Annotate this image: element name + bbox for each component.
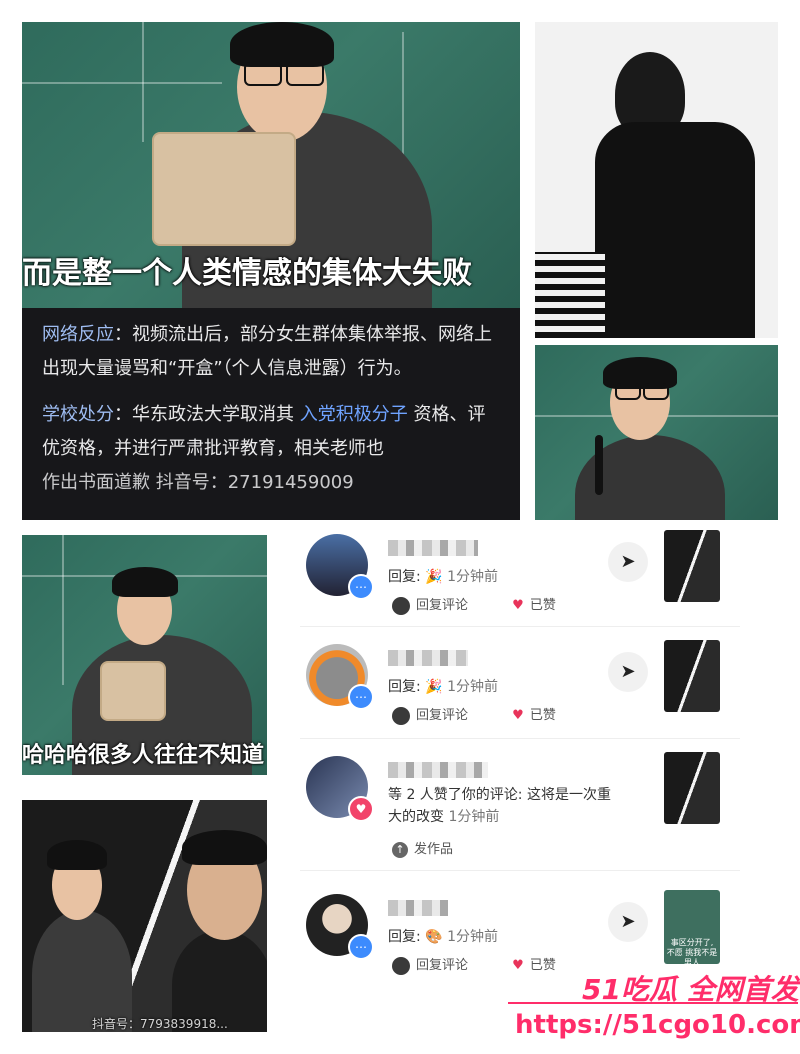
username-blurred [388, 650, 468, 666]
comment-item[interactable]: ⋯ 回复: 🎉 1分钟前 回复评论 ♥ 已赞 ➤ [300, 530, 750, 640]
divider [300, 870, 740, 871]
school-punishment-paragraph: 学校处分：华东政法大学取消其 入党积极分子 资格、评优资格，并进行严肃批评教育，… [42, 404, 486, 459]
chat-badge-icon: ⋯ [348, 934, 374, 960]
tablet-device [152, 132, 296, 246]
heart-badge-icon: ♥ [348, 796, 374, 822]
reply-line: 回复: 🎉 1分钟前 [388, 679, 498, 695]
reply-comment-button[interactable]: 回复评论 [416, 958, 468, 973]
reply-comment-button[interactable]: 回复评论 [416, 708, 468, 723]
photo-student-tablet-2: 哈哈哈很多人往往不知道 [22, 535, 267, 775]
username-blurred [388, 762, 488, 778]
network-reaction-paragraph: 网络反应：视频流出后，部分女生群体集体举报、网络上出现大量谩骂和“开盒”（个人信… [42, 318, 500, 386]
mini-avatar [392, 596, 410, 615]
sketch-portrait [535, 22, 778, 338]
heart-icon[interactable]: ♥ [512, 958, 524, 973]
video-thumbnail[interactable] [664, 640, 720, 712]
heart-icon[interactable]: ♥ [512, 708, 524, 723]
photo-student-tablet: 而是整一个人类情感的集体大失败 [22, 22, 520, 308]
reply-line: 回复: 🎨 1分钟前 [388, 929, 498, 945]
microphone-icon [595, 435, 603, 495]
video-thumbnail[interactable]: 事区分开了, 不愿 挑我不是男人 [664, 890, 720, 967]
reply-comment-button[interactable]: 回复评论 [416, 598, 468, 613]
partial-text-line: 作出书面道歉 抖音号：27191459009 [42, 472, 354, 493]
username-blurred [388, 540, 478, 556]
like-notification-text: 等 2 人赞了你的评论: 这将是一次重 大的改变 1分钟前 [388, 787, 611, 825]
chat-badge-icon: ⋯ [348, 574, 374, 600]
post-work-action[interactable]: ↑ 发作品 [392, 838, 453, 858]
heart-icon[interactable]: ♥ [512, 598, 524, 613]
comment-actions: 回复评论 ♥ 已赞 [392, 954, 556, 975]
party-activist-link[interactable]: 入党积极分子 [300, 404, 408, 425]
network-reaction-label: 网络反应 [42, 324, 114, 345]
text-panel: 网络反应：视频流出后，部分女生群体集体举报、网络上出现大量谩骂和“开盒”（个人信… [22, 308, 520, 520]
video-thumbnail[interactable] [664, 530, 720, 602]
chat-badge-icon: ⋯ [348, 684, 374, 710]
liked-label: 已赞 [529, 958, 556, 973]
send-icon[interactable]: ➤ [608, 902, 648, 942]
mini-avatar [392, 956, 410, 975]
comment-actions: 回复评论 ♥ 已赞 [392, 594, 556, 615]
douyin-id-caption: 抖音号：7793839918... [92, 1017, 228, 1031]
photo-student-microphone [535, 345, 778, 520]
mini-avatar [392, 706, 410, 725]
photo-two-portraits: 抖音号：7793839918... [22, 800, 267, 1032]
comment-item[interactable]: ⋯ 回复: 🎉 1分钟前 回复评论 ♥ 已赞 ➤ [300, 640, 750, 750]
thumbnail-caption: 事区分开了, 不愿 挑我不是男人 [666, 938, 718, 967]
comment-actions: 回复评论 ♥ 已赞 [392, 704, 556, 725]
username-blurred [388, 900, 448, 916]
video-caption: 而是整一个人类情感的集体大失败 [22, 256, 472, 291]
reply-line: 回复: 🎉 1分钟前 [388, 569, 498, 585]
liked-label: 已赞 [529, 598, 556, 613]
liked-label: 已赞 [529, 708, 556, 723]
watermark-line2: https://51cgo10.com [515, 1010, 800, 1040]
send-icon[interactable]: ➤ [608, 652, 648, 692]
school-punishment-label: 学校处分 [42, 404, 114, 425]
upload-icon: ↑ [392, 842, 408, 858]
watermark-divider [508, 1002, 798, 1004]
send-icon[interactable]: ➤ [608, 542, 648, 582]
video-thumbnail[interactable] [664, 752, 720, 824]
divider [300, 626, 740, 627]
video-caption-2: 哈哈哈很多人往往不知道 [22, 743, 265, 768]
comment-item[interactable]: ♥ 等 2 人赞了你的评论: 这将是一次重 大的改变 1分钟前 ↑ 发作品 [300, 752, 750, 862]
divider [300, 738, 740, 739]
